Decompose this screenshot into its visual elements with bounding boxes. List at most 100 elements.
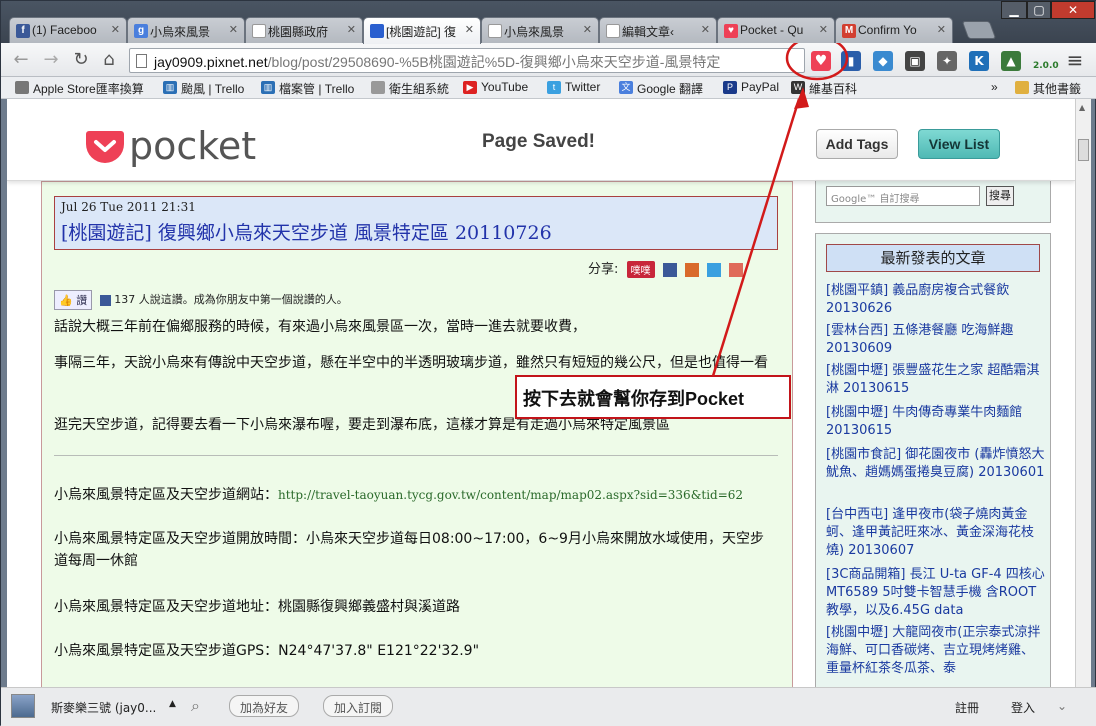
share-label: 分享: [588,262,619,277]
extension-badge[interactable]: 2.0.0 [1033,51,1059,71]
recent-post-link[interactable]: [桃園平鎮] 義品廚房複合式餐飲 20130626 [826,282,1046,318]
tab-blog-post[interactable]: [桃園遊記] 復 ✕ [363,17,481,44]
back-icon[interactable]: ← [11,50,31,70]
menu-icon[interactable]: ≡ [1065,50,1085,70]
tab-strip: f (1) Faceboo ✕ g 小烏來風景 ✕ 桃園縣政府 ✕ [桃園遊記] 復 ✕ 小… [1,1,1096,44]
share-icon[interactable] [684,262,699,277]
like-button[interactable]: 👍 讚 [54,290,93,310]
reload-icon[interactable]: ↻ [71,50,91,70]
avatar[interactable] [11,694,35,718]
search-button[interactable]: 搜尋 [986,186,1014,206]
bookmark[interactable]: Apple Store匯率換算 [15,80,144,96]
trello-icon: ▥ [261,81,275,94]
page-icon [606,24,620,38]
extension-icon[interactable]: ◆ [873,51,893,71]
subscribe-button[interactable]: 加入訂閱 [323,695,394,717]
page-icon [136,54,147,68]
page-saved-message: Page Saved! [482,131,595,152]
close-window-button[interactable]: ✕ [1051,1,1095,19]
chevron-down-icon[interactable]: ⌄ [1057,699,1067,713]
recent-posts: 最新發表的文章 [桃園平鎮] 義品廚房複合式餐飲 20130626 [雲林台西]… [815,233,1051,687]
extension-icon[interactable]: K [969,51,989,71]
vertical-scrollbar[interactable]: ▲ [1075,99,1091,687]
new-tab-button[interactable] [961,21,997,39]
twitter-share-icon[interactable] [706,262,721,277]
extension-icon[interactable]: ✦ [937,51,957,71]
post-header: Jul 26 Tue 2011 21:31 [桃園遊記] 復興鄉小烏來天空步道 … [54,196,778,250]
google-plus-share-icon[interactable] [729,262,744,277]
share-bar: 分享: 噗噗 [588,258,744,278]
recent-post-link[interactable]: [3C商品開箱] 長江 U-ta GF-4 四核心 MT6589 5吋雙卡智慧手… [826,566,1046,620]
close-tab-icon[interactable]: ✕ [229,23,238,36]
close-tab-icon[interactable]: ✕ [701,23,710,36]
folder-icon [1015,81,1029,94]
recent-post-link[interactable]: [桃園中壢] 牛肉傳奇專業牛肉麵館 20130615 [826,404,1046,440]
gmail-icon: M [842,24,856,38]
register-link[interactable]: 註冊 [955,699,979,716]
apple-icon [15,81,29,94]
facebook-share-icon[interactable] [662,262,677,277]
close-tab-icon[interactable]: ✕ [937,23,946,36]
user-name[interactable]: 斯麥樂三號 (jay0... [51,699,156,716]
close-tab-icon[interactable]: ✕ [465,23,474,36]
post-paragraph: 小烏來風景特定區及天空步道地址：桃園縣復興鄉義盛村與溪道路 [54,599,460,615]
search-input[interactable]: Google™ 自訂搜尋 [826,186,980,206]
bookmark[interactable]: ▥ 檔案管 | Trello [261,80,354,96]
bookmark[interactable]: t Twitter [547,80,600,96]
home-icon[interactable]: ⌂ [99,50,119,70]
search-icon[interactable]: ⌕ [191,696,200,716]
minimize-button[interactable]: ▁ [1001,1,1027,19]
tab-gmail[interactable]: M Confirm Yo ✕ [835,17,953,43]
maximize-button[interactable]: ▢ [1027,1,1051,19]
recent-post-link[interactable]: [台中西屯] 逢甲夜市(袋子燒肉黃金蚵、逢甲黃記旺來冰、黃金深海花枝燒) 201… [826,506,1046,560]
forward-icon[interactable]: → [41,50,61,70]
bookmark[interactable]: W 維基百科 [791,80,857,96]
close-tab-icon[interactable]: ✕ [347,23,356,36]
bookmark[interactable]: 文 Google 翻譯 [619,80,703,96]
extension-icon[interactable]: ▲ [1001,51,1021,71]
dropdown-icon[interactable]: ▲ [169,699,176,709]
add-tags-button[interactable]: Add Tags [816,129,898,159]
login-link[interactable]: 登入 [1011,699,1035,716]
divider [54,455,778,456]
bottom-user-bar: 斯麥樂三號 (jay0... ▲ ⌕ 加為好友 加入訂閱 註冊 登入 ⌄ [1,687,1096,726]
sidebar-search: Google™ 自訂搜尋 搜尋 [815,179,1051,223]
tab-taoyuan-gov[interactable]: 桃園縣政府 ✕ [245,17,363,43]
site-link[interactable]: http://travel-taoyuan.tycg.gov.tw/conten… [278,488,743,502]
tab-pocket[interactable]: ♥ Pocket - Qu ✕ [717,17,835,43]
facebook-icon [99,294,111,306]
bookmark[interactable]: ▥ 颱風 | Trello [163,80,244,96]
close-tab-icon[interactable]: ✕ [583,23,592,36]
youtube-icon: ▶ [463,81,477,94]
extension-icon[interactable]: ▮ [841,51,861,71]
tab-facebook[interactable]: f (1) Faceboo ✕ [9,17,127,43]
pocket-extension-icon[interactable]: ♥ [811,51,831,71]
bookmark[interactable]: ▶ YouTube [463,80,528,96]
add-friend-button[interactable]: 加為好友 [229,695,300,717]
recent-post-link[interactable]: [桃園市食記] 御花園夜市 (轟炸憤怒大魷魚、趙媽媽蛋捲臭豆腐) 2013060… [826,446,1046,482]
browser-window: f (1) Faceboo ✕ g 小烏來風景 ✕ 桃園縣政府 ✕ [桃園遊記] 復 ✕ 小… [0,0,1096,726]
other-bookmarks[interactable]: 其他書籤 [1015,80,1081,96]
bookmark[interactable]: P PayPal [723,80,779,96]
recent-post-link[interactable]: [桃園中壢] 張豐盛花生之家 超酷霜淇淋 20130615 [826,362,1046,398]
bookmark[interactable]: 衛生組系統 [371,80,449,96]
recent-post-link[interactable]: [雲林台西] 五條港餐廳 吃海鮮趣 20130609 [826,322,1046,358]
scroll-up-icon[interactable]: ▲ [1079,103,1085,112]
recent-post-link[interactable]: [桃園中壢] 大龍岡夜市(正宗泰式涼拌海鮮、可口香碳烤、吉立現烤烤雞、重量杯紅茶… [826,624,1046,678]
post-title[interactable]: [桃園遊記] 復興鄉小烏來天空步道 風景特定區 20110726 [61,218,771,245]
facebook-icon: f [16,24,30,38]
scroll-thumb[interactable] [1078,139,1089,161]
tab-edit-post[interactable]: 編輯文章‹ ✕ [599,17,717,43]
close-tab-icon[interactable]: ✕ [111,23,120,36]
close-tab-icon[interactable]: ✕ [819,23,828,36]
tab-xiaowulai[interactable]: 小烏來風景 ✕ [481,17,599,43]
tab-google-search[interactable]: g 小烏來風景 ✕ [127,17,245,43]
post-paragraph: 小烏來風景特定區及天空步道網站：http://travel-taoyuan.ty… [54,487,744,503]
plurk-share-button[interactable]: 噗噗 [626,261,655,278]
extension-icon[interactable]: ▣ [905,51,925,71]
pixnet-icon [370,24,384,38]
address-bar[interactable]: jay0909.pixnet.net/blog/post/29508690-%5… [129,48,805,73]
bookmarks-overflow[interactable]: » [991,80,998,96]
facebook-like-bar: 👍 讚 137 人說這讚。成為你朋友中第一個說讚的人。 [54,290,348,310]
view-list-button[interactable]: View List [918,129,1000,159]
